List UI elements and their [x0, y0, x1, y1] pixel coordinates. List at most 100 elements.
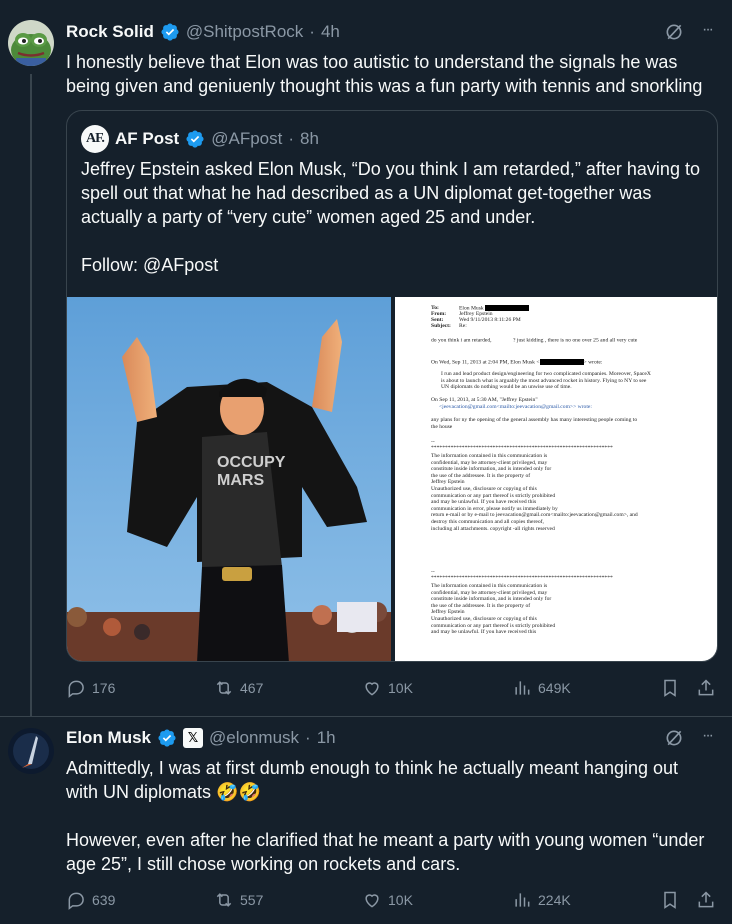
avatar[interactable]: [8, 728, 54, 774]
author-handle[interactable]: @elonmusk: [209, 728, 299, 748]
quote-follow-line: Follow: @AFpost: [81, 255, 219, 275]
heart-icon: [365, 894, 379, 908]
verified-badge-icon: [186, 130, 204, 148]
bookmark-icon: [664, 891, 676, 909]
doc-line: including all attachments. copyright -al…: [431, 525, 555, 532]
views-chart-icon: [515, 681, 530, 695]
views-chart-icon: [515, 893, 530, 907]
doc-line: and may be unlawful. If you have receive…: [431, 629, 537, 636]
doc-line: <jeevacation@gmail.com<mailto:jeevacatio…: [439, 403, 592, 410]
like-button[interactable]: 10K: [362, 678, 413, 698]
doc-line: any plans for ny the opening of the gene…: [431, 417, 638, 423]
view-count: 649K: [538, 680, 571, 696]
tweet-text: Admittedly, I was at first dumb enough t…: [66, 756, 716, 876]
quote-timestamp[interactable]: 8h: [300, 129, 319, 149]
email-document[interactable]: To: Elon Musk From: Jeffrey Epstein Sent…: [395, 297, 717, 661]
views-button[interactable]: 649K: [512, 678, 571, 698]
reply-button[interactable]: 639: [66, 890, 115, 910]
author-name[interactable]: Elon Musk: [66, 728, 151, 748]
tweet-text-line: being given and geniuenly thought this w…: [66, 76, 703, 96]
doc-line: UN diplomats do nothing would be an unwi…: [441, 384, 572, 391]
quote-author-name[interactable]: AF Post: [115, 129, 179, 149]
tweet-text-line: Admittedly, I was at first dumb enough t…: [66, 758, 679, 778]
repost-button[interactable]: 557: [214, 890, 263, 910]
tweet-text: I honestly believe that Elon was too aut…: [66, 50, 716, 98]
share-button[interactable]: [696, 678, 716, 698]
quote-header: AF. AF Post @AFpost · 8h: [81, 125, 319, 153]
quote-text: Jeffrey Epstein asked Elon Musk, “Do you…: [81, 157, 711, 277]
reply-icon: [68, 892, 84, 910]
timestamp[interactable]: 4h: [321, 22, 340, 42]
doc-line: On Wed, Sep 11, 2013 at 2:04 PM, Elon Mu…: [431, 359, 603, 366]
tweet-top-actions: ···: [664, 21, 714, 42]
tweet-header: Elon Musk 𝕏 @elonmusk · 1h: [66, 728, 336, 748]
doc-line: On Sep 11, 2013, at 5:30 AM, "Jeffrey Ep…: [431, 397, 538, 403]
doc-line: Unauthorized use, disclosure or copying …: [431, 616, 537, 622]
doc-line: the house: [431, 423, 453, 430]
separator-dot: ·: [305, 728, 311, 747]
doc-line: I run and lead product design/engineerin…: [441, 371, 651, 377]
doc-line: do you think i am retarded, ? just kiddi…: [431, 337, 638, 344]
share-icon: [698, 679, 714, 696]
bookmark-icon: [664, 679, 676, 697]
more-icon[interactable]: ···: [702, 727, 714, 745]
tweet-text-line: with UN diplomats 🤣🤣: [66, 782, 261, 802]
x-affiliate-badge-icon[interactable]: 𝕏: [183, 728, 204, 748]
tweet-text-line: However, even after he clarified that he…: [66, 830, 705, 850]
avatar[interactable]: [8, 20, 54, 66]
doc-line: constitute inside information, and is in…: [431, 596, 552, 603]
bookmark-button[interactable]: [660, 678, 680, 698]
doc-field-value: Re:: [459, 323, 467, 329]
reply-button[interactable]: 176: [66, 678, 115, 698]
quoted-tweet[interactable]: AF. AF Post @AFpost · 8h Jeffrey Epstein…: [66, 110, 718, 662]
quote-text-line: spell out that what he had described as …: [81, 183, 652, 203]
quote-text-line: Jeffrey Epstein asked Elon Musk, “Do you…: [81, 159, 700, 179]
like-count: 10K: [388, 892, 413, 908]
doc-line: ****************************************…: [431, 575, 613, 581]
share-icon: [698, 891, 714, 908]
tweet-top-actions: ···: [664, 727, 714, 748]
rally-photo[interactable]: OCCUPY MARS: [67, 297, 391, 661]
author-handle[interactable]: @ShitpostRock: [186, 22, 303, 42]
af-post-logo[interactable]: AF.: [81, 125, 109, 153]
email-document-text: To: Elon Musk From: Jeffrey Epstein Sent…: [395, 297, 717, 661]
more-icon[interactable]: ···: [702, 21, 714, 39]
separator-dot: ·: [309, 22, 315, 41]
repost-button[interactable]: 467: [214, 678, 263, 698]
views-button[interactable]: 224K: [512, 890, 571, 910]
thread-line: [30, 74, 32, 716]
like-button[interactable]: 10K: [362, 890, 413, 910]
share-button[interactable]: [696, 890, 716, 910]
doc-line: return e-mail or by e-mail to jeevacatio…: [431, 512, 638, 519]
tweet-divider: [0, 716, 732, 717]
verified-badge-icon: [161, 23, 179, 41]
rally-photo-image: OCCUPY MARS: [67, 297, 391, 661]
reply-count: 639: [92, 892, 116, 908]
verified-badge-icon: [158, 729, 176, 747]
reply-icon: [68, 680, 84, 698]
author-name[interactable]: Rock Solid: [66, 22, 154, 42]
doc-line: Unauthorized use, disclosure or copying …: [431, 486, 537, 492]
tweet-actions: 176 467 10K 649K: [0, 676, 732, 700]
doc-line: The information contained in this commun…: [431, 583, 548, 589]
timestamp[interactable]: 1h: [317, 728, 336, 748]
doc-line: destroy this communication and all copie…: [431, 519, 544, 525]
doc-line: The information contained in this commun…: [431, 453, 548, 459]
separator-dot: ·: [288, 129, 295, 148]
quote-author-handle[interactable]: @AFpost: [211, 129, 282, 149]
like-count: 10K: [388, 680, 413, 696]
reply-count: 176: [92, 680, 116, 696]
repost-count: 557: [240, 892, 264, 908]
tweet-header: Rock Solid @ShitpostRock · 4h: [66, 22, 340, 42]
repost-icon: [216, 893, 232, 907]
view-count: 224K: [538, 892, 571, 908]
doc-line: and may be unlawful. If you have receive…: [431, 499, 537, 506]
grok-icon[interactable]: [664, 728, 684, 748]
doc-line: ****************************************…: [431, 445, 613, 451]
bookmark-button[interactable]: [660, 890, 680, 910]
quote-text-line: actually a party of “very cute” women ag…: [81, 207, 536, 227]
doc-line: constitute inside information, and is in…: [431, 466, 552, 473]
doc-line: Jeffrey Epstein: [431, 609, 465, 616]
tweet-actions: 639 557 10K 224K: [0, 888, 732, 912]
grok-icon[interactable]: [664, 22, 684, 42]
